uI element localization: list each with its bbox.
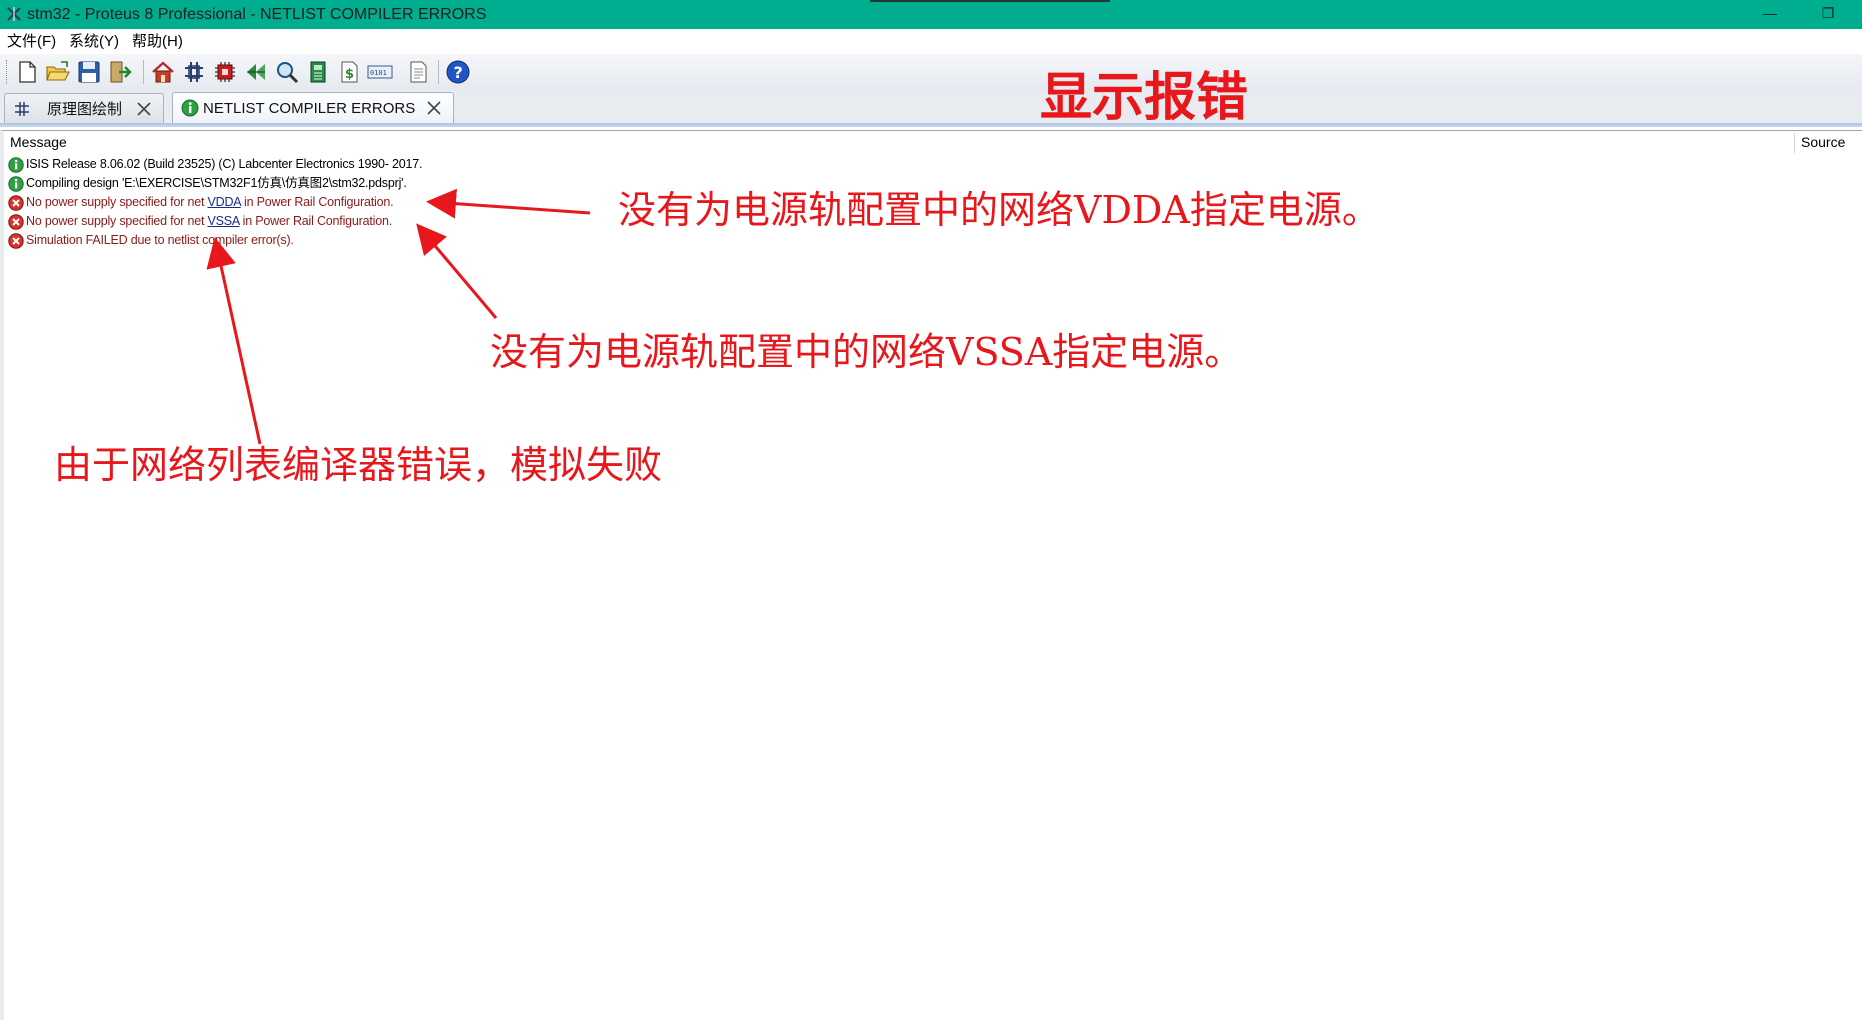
annotation-title: 显示报错 xyxy=(1040,67,1249,128)
message-text: Simulation FAILED due to netlist compile… xyxy=(26,233,294,247)
gerber-viewer-icon[interactable] xyxy=(243,59,269,85)
proteus-app-icon xyxy=(6,6,22,22)
title-bar-accent xyxy=(870,0,1110,2)
tab-schematic-label: 原理图绘制 xyxy=(47,101,123,118)
3d-visualizer-icon[interactable] xyxy=(305,59,331,85)
design-explorer-icon[interactable] xyxy=(274,59,300,85)
menu-bar: 文件(F) 系统(Y) 帮助(H) xyxy=(0,29,1862,54)
tab-schematic[interactable]: 原理图绘制 xyxy=(4,93,164,124)
message-text-post: in Power Rail Configuration. xyxy=(239,214,393,228)
annotation-failed: 由于网络列表编译器错误，模拟失败 xyxy=(54,443,663,487)
toolbar: $ 0101 ? xyxy=(0,54,1862,90)
message-text: No power supply specified for net VSSA i… xyxy=(26,214,392,229)
close-icon[interactable] xyxy=(425,99,443,117)
save-project-icon[interactable] xyxy=(76,59,102,85)
proteus-window: stm32 - Proteus 8 Professional - NETLIST… xyxy=(0,0,1862,1020)
svg-text:$: $ xyxy=(345,67,354,82)
info-icon xyxy=(181,99,199,117)
svg-text:?: ? xyxy=(454,63,463,82)
new-project-icon[interactable] xyxy=(14,59,40,85)
info-icon xyxy=(8,157,24,173)
title-bar: stm32 - Proteus 8 Professional - NETLIST… xyxy=(0,0,1862,29)
annotation-vdda: 没有为电源轨配置中的网络VDDA指定电源。 xyxy=(618,188,1380,232)
home-page-icon[interactable] xyxy=(150,59,176,85)
info-icon xyxy=(8,176,24,192)
column-header-message[interactable]: Message xyxy=(10,132,67,152)
message-text-post: in Power Rail Configuration. xyxy=(240,195,394,209)
pcb-layout-icon[interactable] xyxy=(212,59,238,85)
net-link-vssa[interactable]: VSSA xyxy=(208,214,240,228)
error-icon xyxy=(8,214,24,230)
open-project-icon[interactable] xyxy=(45,59,71,85)
column-header-source[interactable]: Source xyxy=(1801,132,1845,152)
svg-text:0101: 0101 xyxy=(370,69,387,77)
message-text: No power supply specified for net VDDA i… xyxy=(26,195,394,210)
message-text: Compiling design 'E:\EXERCISE\STM32F1仿真\… xyxy=(26,176,407,190)
toolbar-separator xyxy=(143,60,144,84)
schematic-capture-icon[interactable] xyxy=(181,59,207,85)
project-notes-icon[interactable] xyxy=(405,59,431,85)
schematic-icon xyxy=(13,100,31,118)
toolbar-grip[interactable] xyxy=(6,60,10,84)
tab-bar: 原理图绘制 NETLIST COMPILER ERRORS xyxy=(0,90,1862,127)
menu-help[interactable]: 帮助(H) xyxy=(132,33,183,50)
close-project-icon[interactable] xyxy=(107,59,133,85)
tab-underline xyxy=(0,123,1862,127)
menu-file[interactable]: 文件(F) xyxy=(7,33,56,50)
message-text-pre: No power supply specified for net xyxy=(26,214,208,228)
close-icon[interactable] xyxy=(135,100,153,118)
source-code-icon[interactable]: 0101 xyxy=(367,59,393,85)
error-icon xyxy=(8,233,24,249)
menu-system[interactable]: 系统(Y) xyxy=(69,33,119,50)
error-icon xyxy=(8,195,24,211)
help-icon[interactable]: ? xyxy=(445,59,471,85)
net-link-vdda[interactable]: VDDA xyxy=(208,195,241,209)
window-title: stm32 - Proteus 8 Professional - NETLIST… xyxy=(27,6,487,23)
bill-of-materials-icon[interactable]: $ xyxy=(336,59,362,85)
minimize-button[interactable]: — xyxy=(1750,0,1790,29)
annotation-vssa: 没有为电源轨配置中的网络VSSA指定电源。 xyxy=(490,330,1243,374)
toolbar-separator xyxy=(438,60,439,84)
restore-button[interactable]: ❐ xyxy=(1808,0,1848,29)
messages-panel xyxy=(0,130,1862,1020)
column-divider[interactable] xyxy=(1794,133,1795,153)
tab-netlist-errors-label: NETLIST COMPILER ERRORS xyxy=(203,100,416,117)
message-text-pre: No power supply specified for net xyxy=(26,195,208,209)
tab-netlist-errors[interactable]: NETLIST COMPILER ERRORS xyxy=(172,92,454,125)
message-text: ISIS Release 8.06.02 (Build 23525) (C) L… xyxy=(26,157,423,171)
